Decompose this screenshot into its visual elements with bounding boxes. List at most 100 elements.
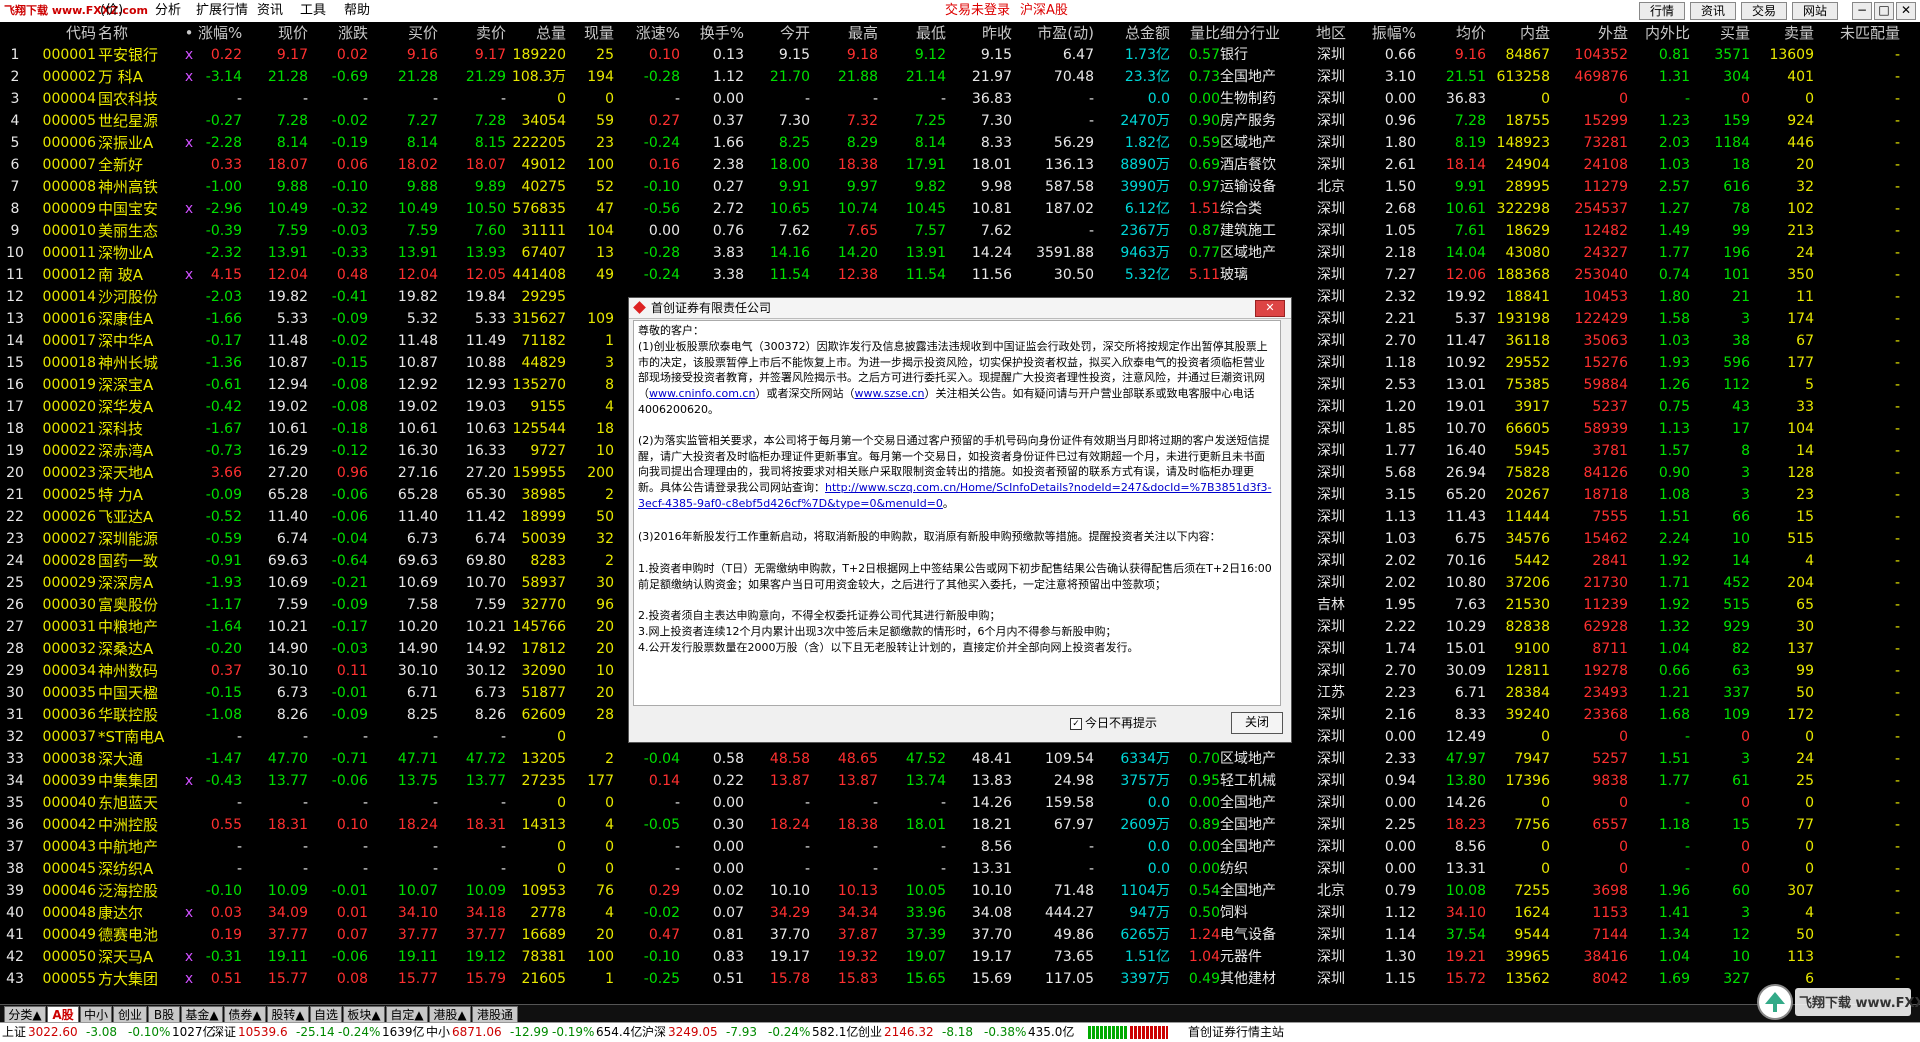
table-row[interactable]: 40 000048 康达尔 x 0.03 34.09 0.01 34.10 34.18 2778 4… — [0, 902, 1920, 924]
stock-code: 000050 — [42, 949, 96, 965]
table-row[interactable]: 38 000045 深纺织A - - - - - 0 0 - 0.00 - - - 13.31 - 0.0 0.00… — [0, 858, 1920, 880]
column-header[interactable]: 内外比 — [1630, 22, 1690, 44]
column-header[interactable]: 卖量 — [1748, 22, 1814, 44]
column-header[interactable]: 外盘 — [1554, 22, 1628, 44]
index-label[interactable]: 深证 — [212, 1023, 236, 1042]
table-cell: 37.77 — [465, 927, 506, 943]
table-cell: 10.61 — [397, 421, 438, 437]
column-header[interactable]: 均价 — [1416, 22, 1486, 44]
table-cell: 32090 — [521, 663, 566, 679]
table-row[interactable]: 36 000042 中洲控股 0.55 18.31 0.10 18.24 18.31 14313… — [0, 814, 1920, 836]
column-header[interactable]: 换手% — [686, 22, 744, 44]
column-header[interactable]: 总量 — [508, 22, 566, 44]
column-header[interactable]: 振幅% — [1354, 22, 1416, 44]
table-cell: 159955 — [512, 465, 566, 481]
szse-link[interactable]: www.szse.cn — [854, 387, 924, 400]
table-row[interactable]: 1 000001 平安银行 x 0.22 9.17 0.02 9.16 9.17 189220 25… — [0, 44, 1920, 66]
column-header[interactable]: 未匹配量 — [1820, 22, 1900, 44]
index-label[interactable]: 沪深 — [642, 1023, 666, 1042]
index-label[interactable]: 上证 — [2, 1023, 26, 1042]
column-header[interactable]: 买量 — [1690, 22, 1750, 44]
table-cell: 67.97 — [1053, 817, 1094, 833]
table-cell: 69.63 — [397, 553, 438, 569]
table-row[interactable]: 5 000006 深振业A x -2.28 8.14 -0.19 8.14 8.15 222205… — [0, 132, 1920, 154]
dialog-close-icon[interactable]: ✕ — [1255, 300, 1285, 317]
column-header[interactable]: 现量 — [566, 22, 614, 44]
table-row[interactable]: 43 000055 方大集团 x 0.51 15.77 0.08 15.77 15.79 2160… — [0, 968, 1920, 990]
column-header[interactable]: 地区 — [1310, 22, 1352, 44]
table-row[interactable]: 2 000002 万 科A x -3.14 21.28 -0.69 21.28 21.29 108… — [0, 66, 1920, 88]
table-row[interactable]: 33 000038 深大通 -1.47 47.70 -0.71 47.71 47.72 1320… — [0, 748, 1920, 770]
close-icon[interactable]: ✕ — [1896, 2, 1916, 20]
table-row[interactable]: 7 000008 神州高铁 -1.00 9.88 -0.10 9.88 9.89 40275 52… — [0, 176, 1920, 198]
table-cell: 70.16 — [1445, 553, 1486, 569]
column-header[interactable]: 最低 — [880, 22, 946, 44]
column-header[interactable]: 最高 — [814, 22, 878, 44]
table-row[interactable]: 3 000004 国农科技 - - - - -0 0-0.00- - -36.83-0.0 0.00 生… — [0, 88, 1920, 110]
table-row[interactable]: 35 000040 东旭蓝天 - - - - -0 0-0.00- - -14.26 159.58 0.… — [0, 792, 1920, 814]
column-header[interactable]: 现价 — [248, 22, 308, 44]
column-header[interactable]: 涨速% — [616, 22, 680, 44]
column-header[interactable]: 今开 — [740, 22, 810, 44]
table-cell: 8890万 — [1120, 157, 1170, 173]
menu-item-tools[interactable]: 工具 — [300, 0, 326, 22]
stock-name: 深天地A — [98, 464, 154, 482]
column-header[interactable]: 量比 — [1168, 22, 1220, 44]
column-header[interactable]: 细分行业 — [1220, 22, 1306, 44]
column-header[interactable]: 总金额 — [1096, 22, 1170, 44]
menu-item-price[interactable]: (价) — [100, 0, 123, 22]
table-row[interactable]: 10 000011 深物业A -2.32 13.91 -0.33 13.91 13.93 674… — [0, 242, 1920, 264]
table-cell: 13.87 — [769, 773, 810, 789]
table-cell: 0.0 — [1147, 861, 1170, 877]
menu-item-help[interactable]: 帮助 — [344, 0, 370, 22]
table-cell: - — [1894, 465, 1900, 481]
dialog-titlebar[interactable]: 首创证券有限责任公司 ✕ — [629, 298, 1291, 319]
table-cell: -0.18 — [331, 421, 368, 437]
menu-item-news[interactable]: 资讯 — [257, 0, 283, 22]
dont-show-today-label[interactable]: 今日不再提示 — [1085, 714, 1157, 732]
column-header[interactable]: 市盈(动) — [1014, 22, 1094, 44]
login-status[interactable]: 交易未登录 — [945, 0, 1010, 22]
table-row[interactable]: 41 000049 德赛电池 0.19 37.77 0.07 37.77 37.77 16689… — [0, 924, 1920, 946]
cninfo-link[interactable]: www.cninfo.com.cn — [649, 387, 755, 400]
table-row[interactable]: 42 000050 深天马A x -0.31 19.11 -0.06 19.11 19.12 78… — [0, 946, 1920, 968]
server-name[interactable]: 首创证券行情主站 — [1188, 1023, 1284, 1042]
column-header[interactable]: 卖价 — [440, 22, 506, 44]
column-header[interactable]: 内盘 — [1488, 22, 1550, 44]
table-row[interactable]: 34 000039 中集集团 x -0.43 13.77 -0.06 13.75 13.77 27… — [0, 770, 1920, 792]
close-button[interactable]: 关闭 — [1231, 712, 1283, 734]
table-row[interactable]: 11 000012 南 玻A x 4.15 12.04 0.48 12.04 12.05 4414… — [0, 264, 1920, 286]
menu-item-analysis[interactable]: 分析 — [155, 0, 181, 22]
table-cell: -0.32 — [331, 201, 368, 217]
column-header[interactable] — [0, 22, 30, 44]
website-button[interactable]: 网站 — [1792, 2, 1838, 20]
index-label[interactable]: 创业 — [858, 1023, 882, 1042]
column-header[interactable]: 名称 — [98, 22, 174, 44]
table-row[interactable]: 39 000046 泛海控股 -0.10 10.09 -0.01 10.07 10.09 109… — [0, 880, 1920, 902]
table-cell: -0.24 — [643, 267, 680, 283]
column-header[interactable]: • — [180, 22, 198, 44]
table-row[interactable]: 37 000043 中航地产 - - - - -0 0-0.00- - -8.56-0.0 0.00 全… — [0, 836, 1920, 858]
index-label[interactable]: 中小 — [426, 1023, 450, 1042]
table-row[interactable]: 9 000010 美丽生态 -0.39 7.59 -0.03 7.59 7.60 31111 10… — [0, 220, 1920, 242]
maximize-icon[interactable]: □ — [1874, 2, 1894, 20]
menu-item-extended-quotes[interactable]: 扩展行情 — [196, 0, 248, 22]
dont-show-today-checkbox[interactable]: ✓ — [1070, 718, 1082, 730]
column-header[interactable]: 昨收 — [946, 22, 1012, 44]
column-header[interactable]: 涨幅% — [198, 22, 242, 44]
column-header[interactable]: 买价 — [372, 22, 438, 44]
minimize-icon[interactable]: − — [1852, 2, 1872, 20]
table-row[interactable]: 6 000007 全新好 0.33 18.07 0.06 18.02 18.07 49012 10… — [0, 154, 1920, 176]
table-row[interactable]: 4 000005 世纪星源 -0.27 7.28 -0.02 7.27 7.28 34054 59… — [0, 110, 1920, 132]
table-row[interactable]: 8 000009 中国宝安 x -2.96 10.49 -0.32 10.49 10.50 576… — [0, 198, 1920, 220]
column-header[interactable]: 涨跌 — [310, 22, 368, 44]
table-cell: - — [872, 839, 878, 855]
column-header[interactable]: 代码 — [30, 22, 96, 44]
table-cell: 30.09 — [1445, 663, 1486, 679]
table-cell: -0.15 — [331, 355, 368, 371]
news-button[interactable]: 资讯 — [1690, 2, 1736, 20]
notice-content[interactable]: 尊敬的客户： (1)创业板股票欣泰电气（300372）因欺诈发行及信息披露违法违… — [633, 320, 1281, 706]
table-cell: -0.31 — [205, 949, 242, 965]
quotes-button[interactable]: 行情 — [1639, 2, 1685, 20]
trade-button[interactable]: 交易 — [1741, 2, 1787, 20]
